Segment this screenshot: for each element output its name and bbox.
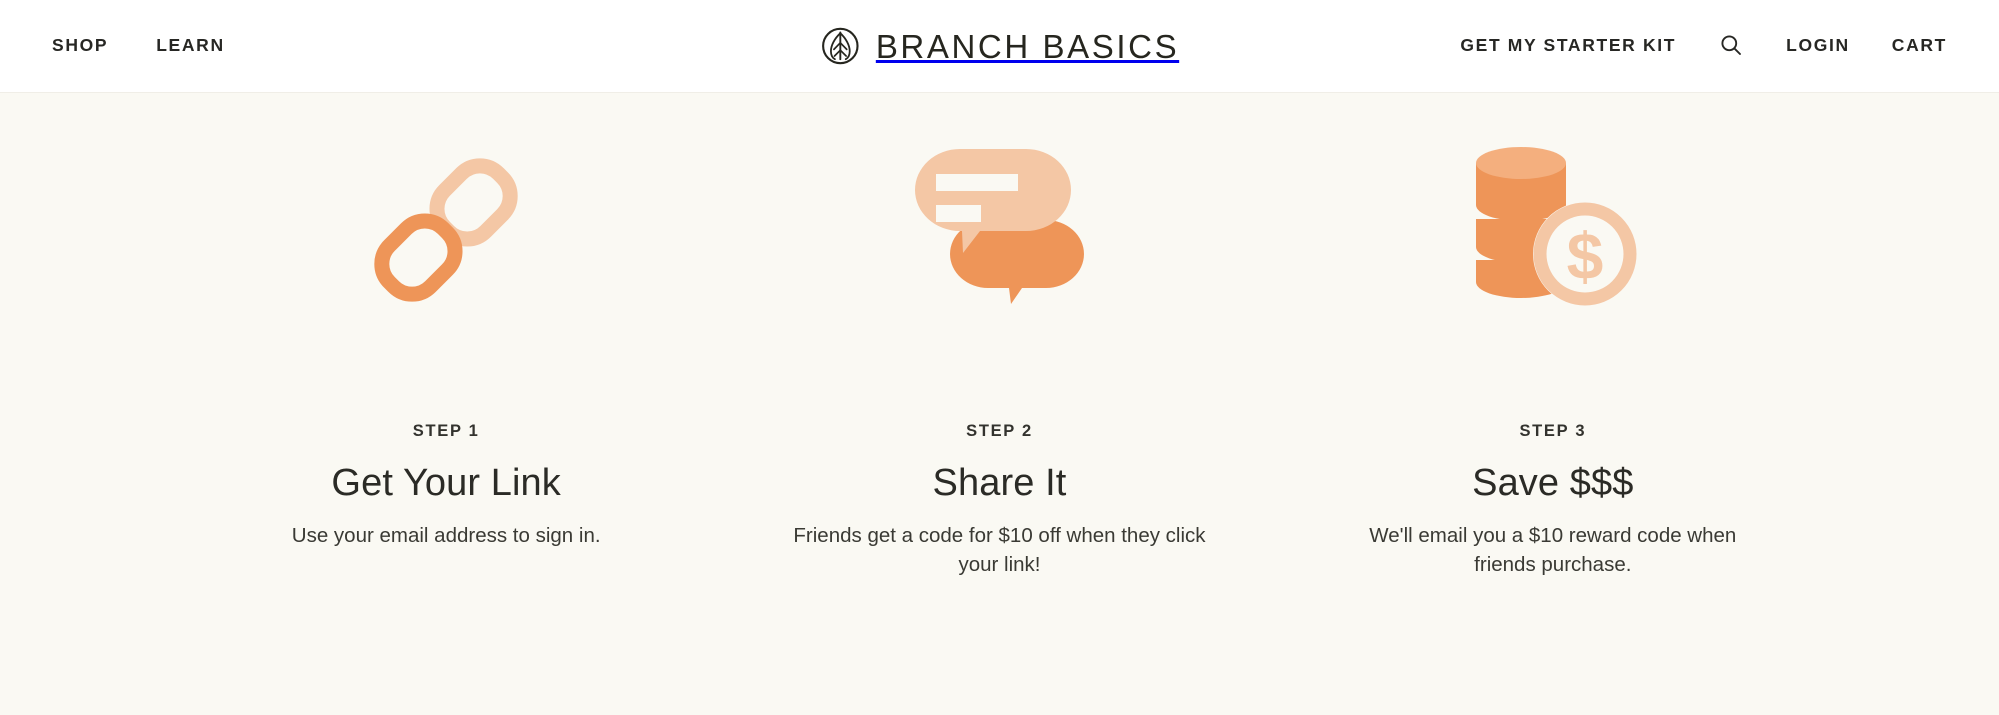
steps-row: STEP 1 Get Your Link Use your email addr… <box>170 93 1830 579</box>
chain-link-icon <box>351 135 541 325</box>
step-card-1: STEP 1 Get Your Link Use your email addr… <box>170 93 723 579</box>
step-title: Save $$$ <box>1472 461 1634 504</box>
step-description: We'll email you a $10 reward code when f… <box>1369 524 1737 577</box>
referral-steps-section: STEP 1 Get Your Link Use your email addr… <box>0 93 1999 715</box>
speech-bubbles-icon <box>904 135 1094 325</box>
brand-wordmark: BRANCH BASICS <box>875 27 1180 65</box>
search-icon <box>1719 33 1743 60</box>
nav-link-cart[interactable]: CART <box>1892 37 1947 55</box>
step-title: Share It <box>932 461 1067 504</box>
nav-link-shop[interactable]: SHOP <box>52 37 108 55</box>
primary-navigation-right: GET MY STARTER KIT LOGIN CART <box>1460 33 1947 59</box>
svg-text:$: $ <box>1566 219 1603 293</box>
nav-link-login[interactable]: LOGIN <box>1786 37 1850 55</box>
step-card-3: $ STEP 3 Save $$$ We'll email you a $10 … <box>1276 93 1829 579</box>
step-description: Friends get a code for $10 off when they… <box>793 524 1206 577</box>
step-eyebrow: STEP 3 <box>1519 422 1587 440</box>
nav-link-learn[interactable]: LEARN <box>156 37 225 55</box>
coins-dollar-icon: $ <box>1458 135 1648 325</box>
step-card-2: STEP 2 Share It Friends get a code for $… <box>723 93 1276 579</box>
primary-navigation-left: SHOP LEARN <box>52 37 225 55</box>
site-header: SHOP LEARN BRANCH BASICS GET MY STARTER … <box>0 0 1999 93</box>
step-eyebrow: STEP 2 <box>966 422 1033 440</box>
step-eyebrow: STEP 1 <box>412 422 480 440</box>
step-title: Get Your Link <box>331 461 561 504</box>
brand-logo-link[interactable]: BRANCH BASICS <box>820 26 1179 66</box>
search-button[interactable] <box>1718 33 1744 59</box>
step-description: Use your email address to sign in. <box>291 524 601 548</box>
leaf-in-circle-icon <box>820 26 860 66</box>
nav-link-get-my-starter-kit[interactable]: GET MY STARTER KIT <box>1460 37 1676 55</box>
